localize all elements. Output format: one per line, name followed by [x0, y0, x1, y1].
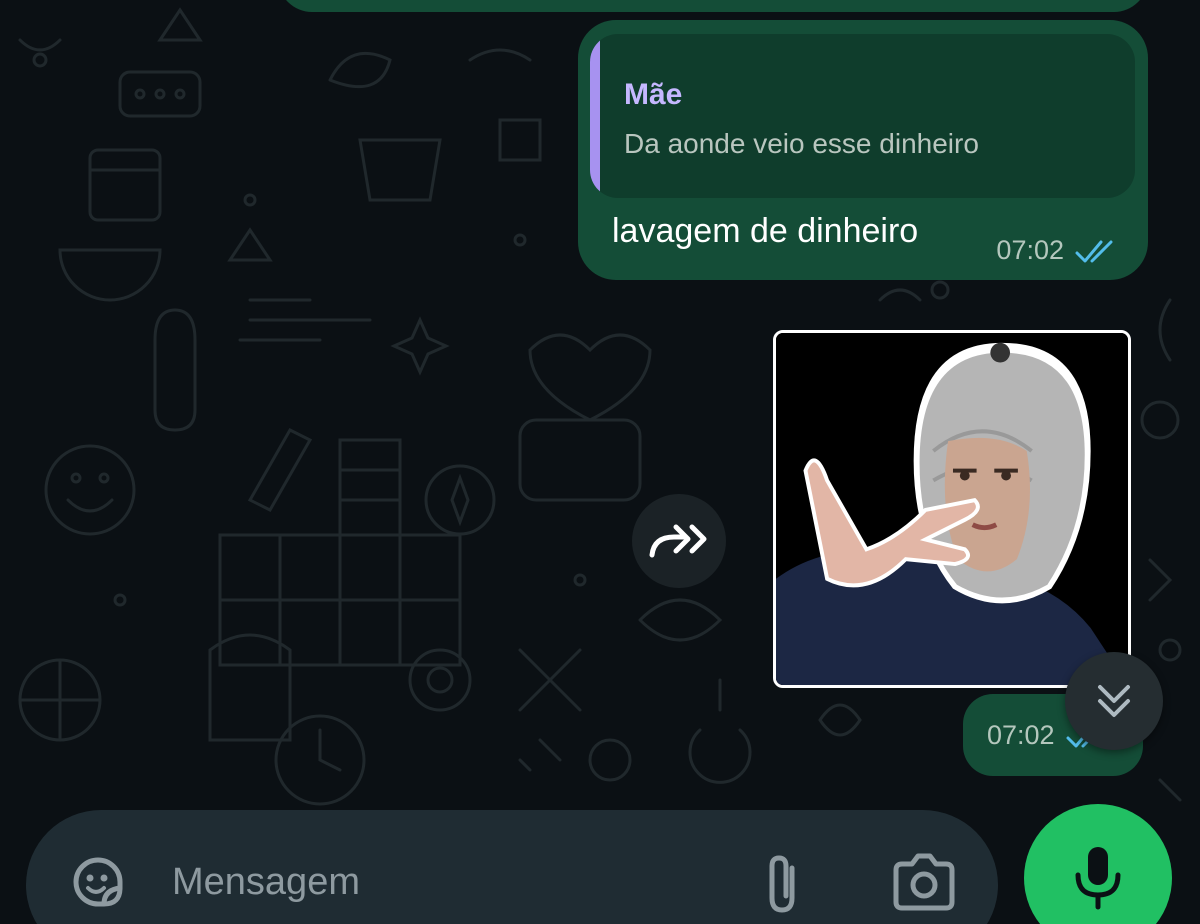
sticker-message[interactable]	[773, 330, 1131, 688]
forward-icon	[649, 524, 707, 558]
message-time: 07:02	[996, 235, 1064, 265]
paperclip-icon[interactable]	[754, 850, 814, 918]
double-chevron-down-icon	[1098, 685, 1130, 717]
quoted-message-text: Da aonde veio esse dinheiro	[624, 128, 979, 159]
quote-accent-bar	[590, 34, 600, 198]
sticker-icon[interactable]	[66, 850, 130, 914]
read-ticks-icon	[1075, 240, 1113, 262]
camera-icon[interactable]	[890, 852, 958, 914]
message-input[interactable]	[172, 852, 732, 912]
message-time: 07:02	[987, 720, 1055, 750]
sticker-image	[776, 333, 1128, 685]
scroll-to-bottom-button[interactable]	[1065, 652, 1163, 750]
quoted-message[interactable]: Mãe Da aonde veio esse dinheiro	[590, 34, 1135, 198]
quoted-message-author: Mãe	[624, 78, 683, 111]
message-meta: 07:02	[996, 235, 1126, 266]
message-text: lavagem de dinheiro	[612, 212, 919, 250]
outgoing-message-bubble[interactable]: Mãe Da aonde veio esse dinheiro lavagem …	[578, 20, 1148, 280]
mic-icon	[1075, 847, 1121, 910]
previous-message-bubble[interactable]	[278, 0, 1148, 12]
message-composer	[26, 810, 998, 924]
forward-button[interactable]	[632, 494, 726, 588]
